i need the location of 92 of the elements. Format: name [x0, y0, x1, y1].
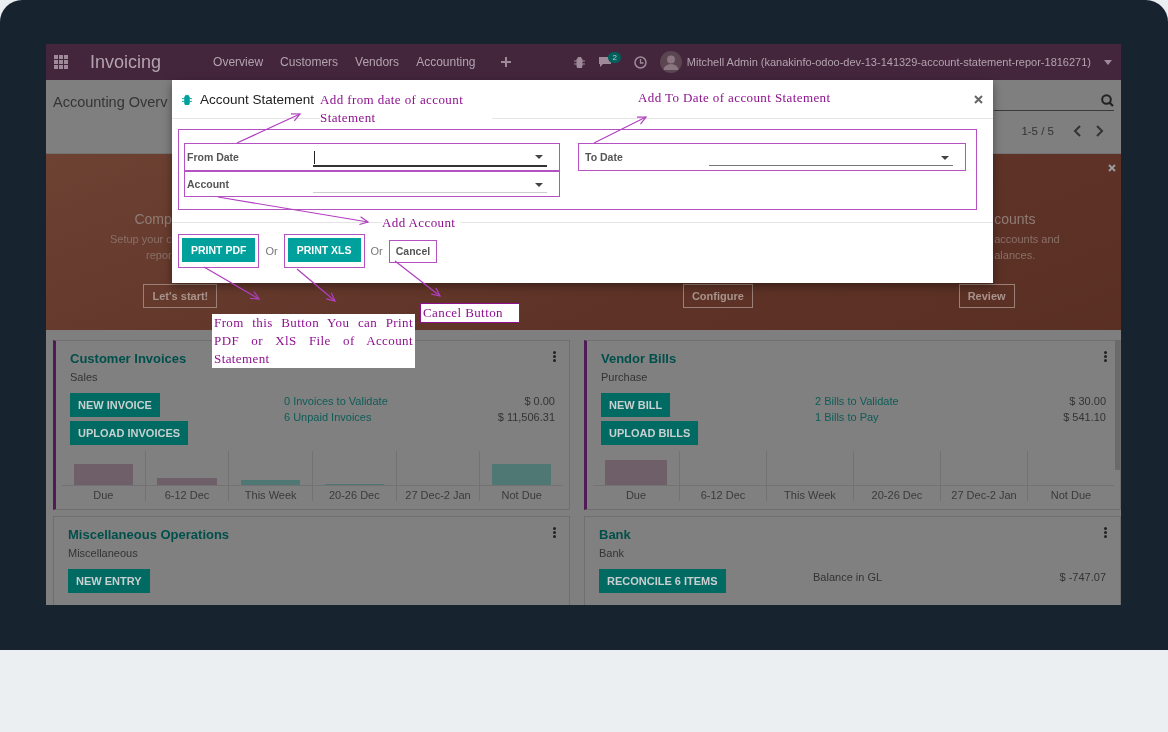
chart-category-label: 6-12 Dec: [164, 489, 210, 501]
journal-title[interactable]: Bank: [599, 527, 631, 543]
chart-bar: [73, 464, 134, 485]
step-button[interactable]: Configure: [682, 284, 753, 308]
bug-icon: [182, 93, 192, 105]
kebab-menu-icon[interactable]: [1104, 527, 1107, 538]
chevron-left-icon[interactable]: [1073, 125, 1081, 137]
print-button[interactable]: PRINT PDF: [182, 238, 256, 262]
avatar-icon[interactable]: [659, 51, 682, 73]
close-icon[interactable]: [974, 94, 983, 104]
journal-type: Miscellaneous: [68, 547, 138, 559]
apps-grid-icon[interactable]: [54, 55, 68, 69]
chart-category-label: Due: [625, 489, 647, 501]
kebab-menu-icon[interactable]: [553, 351, 556, 362]
annotation-arrow: [236, 113, 302, 144]
chart-category-label: 6-12 Dec: [700, 489, 746, 501]
or-text: Or: [265, 245, 278, 257]
close-icon[interactable]: [1108, 164, 1116, 172]
print-button[interactable]: PRINT XLS: [287, 238, 361, 262]
chevron-right-icon[interactable]: [1096, 125, 1104, 137]
or-text: Or: [370, 245, 383, 257]
search-icon[interactable]: [1101, 93, 1114, 107]
stat-label: Balance in GL: [813, 570, 883, 585]
cancel-button[interactable]: Cancel: [388, 239, 438, 263]
text-cursor: [314, 150, 315, 164]
step-title: Comp: [134, 210, 172, 228]
annotation-text: From this Button You can Print PDF or XlS File of Account Statement: [212, 314, 415, 368]
step-description: accounts and: [994, 232, 1060, 247]
menu-item[interactable]: Customers: [280, 55, 339, 69]
chart-category-label: 27 Dec-2 Jan: [951, 489, 1017, 501]
chart-bar: [605, 460, 667, 485]
message-count-badge: 2: [608, 51, 621, 63]
dialog-title: Account Statement: [200, 91, 315, 107]
journal-action-button[interactable]: UPLOAD BILLS: [601, 421, 699, 445]
stat-amount: $ -747.07: [1059, 570, 1106, 585]
journal-type: Bank: [599, 547, 625, 559]
chart-category-label: Not Due: [1050, 489, 1092, 501]
field-label: From Date: [187, 151, 240, 163]
annotation-arrow: [394, 260, 442, 297]
menu-item[interactable]: Vendors: [355, 55, 400, 69]
clock-icon[interactable]: [633, 55, 647, 69]
plus-icon[interactable]: [500, 57, 511, 67]
journal-title[interactable]: Miscellaneous Operations: [68, 527, 230, 543]
step-button[interactable]: Review: [958, 284, 1015, 308]
chart-category-label: 20-26 Dec: [871, 489, 923, 501]
annotation-arrow: [593, 116, 648, 144]
chart-bar: [240, 480, 301, 485]
journal-title[interactable]: Vendor Bills: [601, 351, 677, 367]
annotation-arrow: [296, 268, 337, 302]
pager-text: 1-5 / 5: [1021, 125, 1054, 137]
app-title[interactable]: Invoicing: [90, 51, 162, 73]
field-label: Account: [187, 178, 230, 190]
bug-icon[interactable]: [574, 56, 586, 68]
journal-action-button[interactable]: NEW INVOICE: [70, 393, 160, 417]
chart-category-label: 27 Dec-2 Jan: [405, 489, 471, 501]
input-field[interactable]: [313, 149, 547, 167]
stat-amount: $ 11,506.31: [497, 410, 555, 425]
chart-category-label: This Week: [784, 489, 836, 501]
step-description: alances.: [994, 248, 1036, 263]
journal-action-button[interactable]: NEW BILL: [601, 393, 671, 417]
step-button[interactable]: Let's start!: [143, 284, 218, 308]
field-label: To Date: [584, 151, 624, 163]
stat-amount: $ 541.10: [1063, 410, 1106, 425]
journal-action-button[interactable]: RECONCILE 6 ITEMS: [599, 569, 726, 593]
menu-item[interactable]: Accounting: [416, 55, 476, 69]
caret-icon[interactable]: [941, 155, 949, 160]
scrollbar[interactable]: [1115, 340, 1120, 470]
journal-action-button[interactable]: NEW ENTRY: [68, 569, 150, 593]
user-menu[interactable]: Mitchell Admin (kanakinfo-odoo-dev-13-141329-account-statement-repor-1816271): [686, 56, 1091, 68]
journal-type: Sales: [70, 371, 98, 383]
chat-icon[interactable]: [598, 56, 613, 68]
kebab-menu-icon[interactable]: [553, 527, 556, 538]
stat-amount: $ 30.00: [1069, 394, 1106, 409]
caret-icon[interactable]: [535, 182, 543, 187]
step-title: counts: [994, 210, 1036, 228]
chart-category-label: This Week: [244, 489, 297, 501]
chart-bar: [157, 478, 217, 485]
chart-category-label: 20-26 Dec: [328, 489, 380, 501]
caret-icon[interactable]: [535, 155, 543, 159]
journal-type: Purchase: [601, 371, 648, 383]
chart-bar: [491, 464, 552, 485]
chart-category-label: Not Due: [501, 489, 542, 501]
chart-category-label: Due: [93, 489, 114, 501]
menu-item[interactable]: Overview: [213, 55, 264, 69]
breadcrumb-title: Accounting Overv: [53, 94, 168, 111]
search-field[interactable]: [994, 92, 1114, 111]
journal-action-button[interactable]: UPLOAD INVOICES: [70, 421, 189, 445]
kebab-menu-icon[interactable]: [1104, 351, 1107, 362]
journal-title[interactable]: Customer Invoices: [70, 351, 187, 367]
caret-icon[interactable]: [1104, 59, 1112, 65]
annotation-text: Cancel Button: [420, 303, 520, 323]
stat-amount: $ 0.00: [524, 394, 555, 409]
